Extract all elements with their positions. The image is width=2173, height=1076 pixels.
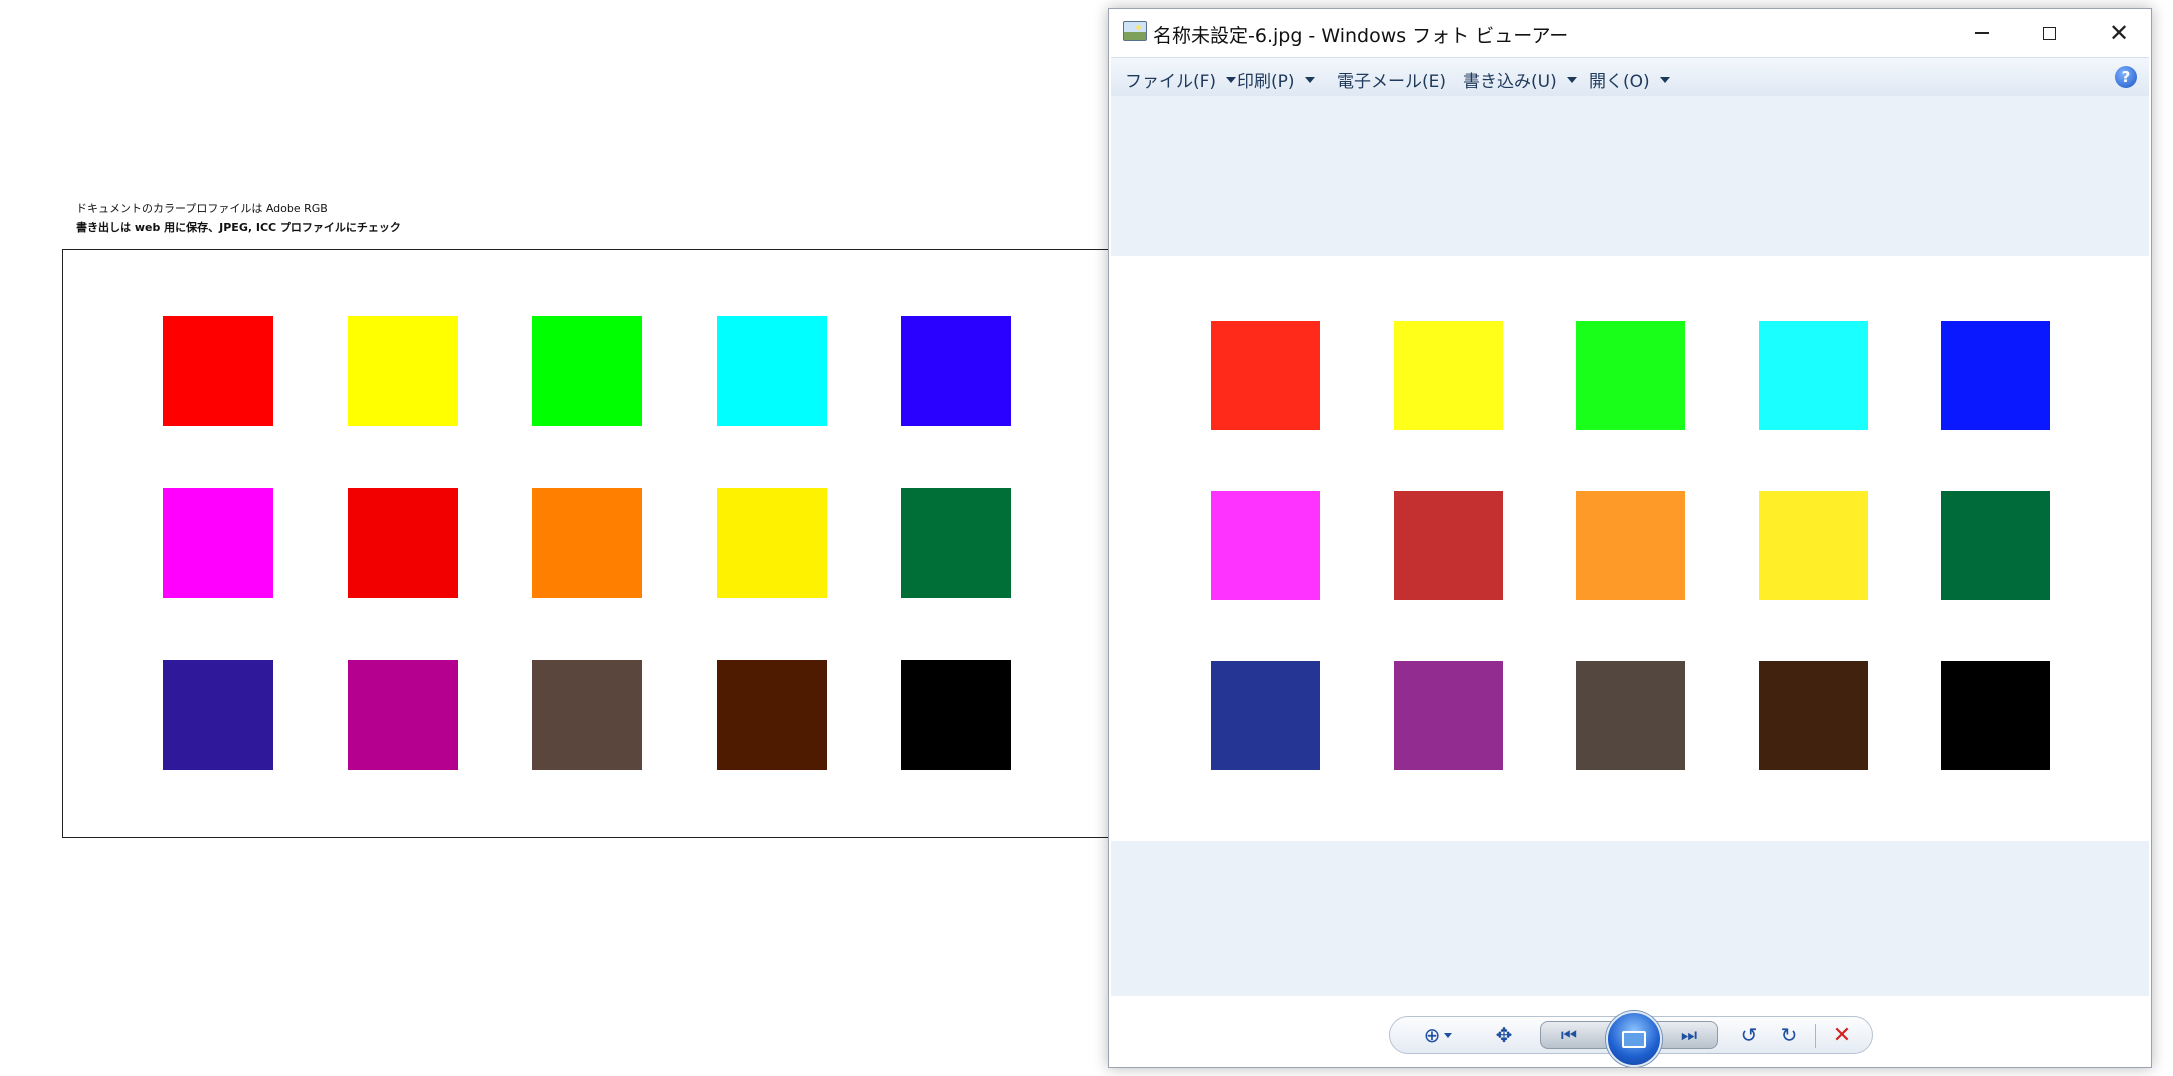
document-swatch-r2c3 [532,488,642,598]
document-swatch-r2c4 [716,488,827,598]
menu-open[interactable]: 開く(O) [1589,67,1670,92]
viewer-swatch-r3c3 [1576,661,1685,770]
close-button[interactable]: ✕ [2086,9,2151,57]
document-note-profile: ドキュメントのカラープロファイルは Adobe RGB [76,202,328,215]
menu-email-label: 電子メール(E) [1337,72,1447,92]
menu-print-label: 印刷(P) [1237,72,1295,92]
magnifier-icon: ⊕ [1423,1023,1441,1047]
rotate-ccw-icon: ↺ [1740,1023,1758,1047]
viewer-swatch-r1c2 [1393,321,1503,430]
maximize-button[interactable] [2016,9,2082,57]
title-bar[interactable]: 名称未設定-6.jpg - Windows フォト ビューアー ✕ [1109,9,2151,57]
viewer-toolbar: ⊕ ✥ ⏮ ⏭ ↺ ↻ ✕ [1389,1011,1873,1067]
close-icon: ✕ [2108,19,2130,47]
help-icon[interactable]: ? [2115,66,2137,88]
document-swatch-r1c4 [716,316,827,426]
document-swatch-r1c1 [163,316,273,426]
fit-window-icon: ✥ [1495,1023,1513,1047]
chevron-down-icon [1304,76,1315,83]
document-note-export: 書き出しは web 用に保存、JPEG, ICC プロファイルにチェック [76,221,401,234]
minimize-icon [1975,32,1989,34]
document-swatch-r1c2 [347,316,458,426]
maximize-icon [2042,26,2056,40]
bottom-toolbar-area: ⊕ ✥ ⏮ ⏭ ↺ ↻ ✕ [1109,996,2151,1067]
previous-icon: ⏮ [1560,1024,1578,1046]
document-swatch-r1c3 [532,316,642,426]
document-swatch-r2c1 [163,488,273,598]
image-viewport [1111,96,2149,996]
slideshow-button[interactable] [1606,1011,1662,1067]
document-swatch-r2c5 [901,488,1011,598]
chevron-down-icon [1659,76,1670,83]
viewer-swatch-r2c5 [1941,491,2050,600]
slideshow-icon [1622,1030,1646,1048]
viewer-swatch-r1c5 [1941,321,2050,430]
chevron-down-icon [1566,76,1577,83]
viewer-swatch-r2c3 [1576,491,1685,600]
chevron-down-icon [1444,1032,1453,1038]
next-icon: ⏭ [1680,1024,1698,1046]
displayed-image [1111,256,2149,841]
document-artboard [62,249,1122,838]
menu-email[interactable]: 電子メール(E) [1337,67,1446,92]
menu-file-label: ファイル(F) [1125,72,1217,92]
viewer-swatch-r1c3 [1576,321,1685,430]
viewer-swatch-r1c1 [1211,321,1320,430]
minimize-button[interactable] [1949,9,2015,57]
document-swatch-r3c5 [901,660,1011,770]
viewer-swatch-r3c5 [1941,661,2050,770]
viewer-swatch-r2c1 [1211,491,1320,600]
menu-print[interactable]: 印刷(P) [1237,67,1315,92]
document-swatch-r1c5 [901,316,1011,426]
menu-open-label: 開く(O) [1589,72,1650,92]
chevron-down-icon [1226,76,1237,83]
menu-burn[interactable]: 書き込み(U) [1463,67,1577,92]
viewer-swatch-r1c4 [1758,321,1868,430]
previous-button[interactable]: ⏮ [1549,1020,1589,1050]
document-swatch-r2c2 [347,488,458,598]
document-swatch-r3c3 [532,660,642,770]
viewer-swatch-r3c4 [1758,661,1868,770]
menu-bar: ファイル(F) 印刷(P) 電子メール(E) 書き込み(U) 開く(O) ? [1111,57,2149,97]
viewer-swatch-r2c4 [1758,491,1868,600]
rotate-cw-button[interactable]: ↻ [1774,1020,1804,1050]
menu-burn-label: 書き込み(U) [1463,72,1557,92]
viewer-swatch-r3c2 [1393,661,1503,770]
actual-size-button[interactable]: ✥ [1488,1020,1520,1050]
document-swatch-r3c2 [347,660,458,770]
document-swatch-r3c4 [716,660,827,770]
viewer-swatch-r2c2 [1393,491,1503,600]
next-button[interactable]: ⏭ [1669,1020,1709,1050]
menu-file[interactable]: ファイル(F) [1125,67,1237,92]
delete-icon: ✕ [1832,1022,1852,1048]
viewer-swatch-r3c1 [1211,661,1320,770]
toolbar-separator [1815,1024,1816,1048]
rotate-cw-icon: ↻ [1780,1023,1798,1047]
delete-button[interactable]: ✕ [1826,1020,1858,1050]
photo-viewer-window: 名称未設定-6.jpg - Windows フォト ビューアー ✕ ファイル(F… [1108,8,2152,1068]
rotate-ccw-button[interactable]: ↺ [1734,1020,1764,1050]
window-title: 名称未設定-6.jpg - Windows フォト ビューアー [1153,25,1569,47]
zoom-button[interactable]: ⊕ [1418,1020,1458,1050]
document-swatch-r3c1 [163,660,273,770]
photo-viewer-app-icon [1123,21,1147,41]
